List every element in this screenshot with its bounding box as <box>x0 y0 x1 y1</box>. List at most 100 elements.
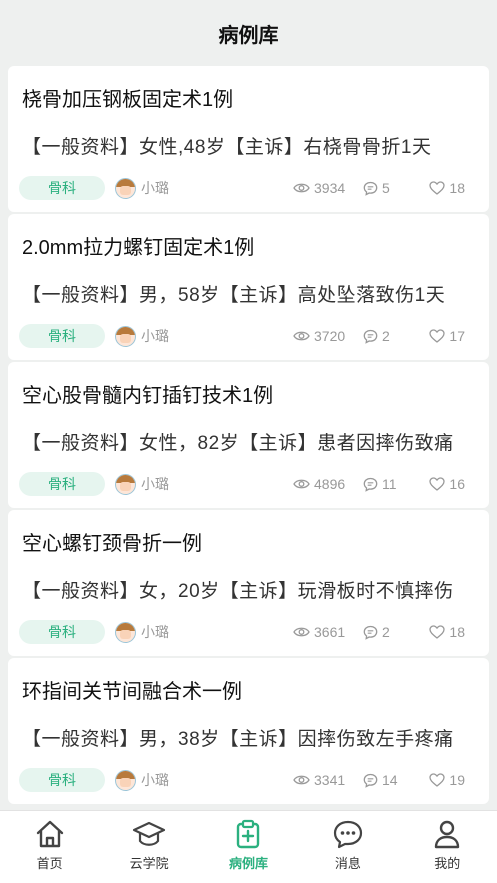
top-bar: 病例库 <box>0 0 497 66</box>
eye-icon <box>293 775 310 785</box>
author-name: 小璐 <box>141 624 169 640</box>
tab-profile[interactable]: 我的 <box>407 811 487 872</box>
department-tag[interactable]: 骨科 <box>19 324 105 348</box>
department-tag[interactable]: 骨科 <box>19 768 105 792</box>
tab-case-library[interactable]: 病例库 <box>208 811 288 872</box>
views-count: 3341 <box>314 772 346 788</box>
department-tag[interactable]: 骨科 <box>19 176 105 200</box>
tab-label: 首页 <box>36 856 63 871</box>
case-title: 环指间关节间融合术一例 <box>22 681 242 703</box>
comments-count: 2 <box>382 624 390 640</box>
eye-icon <box>293 479 310 489</box>
views-count: 3661 <box>314 624 346 640</box>
heart-icon <box>429 477 446 491</box>
likes-count: 18 <box>449 624 465 640</box>
chat-bubble-icon <box>333 820 362 849</box>
comments-count: 2 <box>382 328 390 344</box>
author-name: 小璐 <box>141 476 169 492</box>
avatar <box>115 177 136 199</box>
heart-icon <box>429 773 446 787</box>
likes-count: 19 <box>449 772 465 788</box>
likes-count: 16 <box>449 476 465 492</box>
tab-label: 云学院 <box>129 856 169 871</box>
author-name: 小璐 <box>141 772 169 788</box>
case-title: 桡骨加压钢板固定术1例 <box>22 89 234 111</box>
heart-icon <box>429 625 446 639</box>
tab-home[interactable]: 首页 <box>10 811 90 872</box>
views-stat: 3661 <box>293 624 363 640</box>
comments-stat[interactable]: 2 <box>363 624 425 640</box>
user-icon <box>435 820 460 849</box>
tab-label: 消息 <box>334 856 361 871</box>
case-summary: 【一般资料】女，20岁【主诉】玩滑板时不慎摔伤 <box>22 581 454 602</box>
case-stats: 3341 14 19 <box>293 772 465 788</box>
case-meta: 骨科 小璐 3341 14 19 <box>19 768 465 792</box>
case-stats: 3661 2 18 <box>293 624 465 640</box>
author[interactable]: 小璐 <box>115 325 169 347</box>
eye-icon <box>293 627 310 637</box>
comments-count: 5 <box>382 180 390 196</box>
views-count: 3720 <box>314 328 346 344</box>
comment-icon <box>363 773 378 788</box>
comments-stat[interactable]: 14 <box>363 772 425 788</box>
avatar <box>115 325 136 347</box>
views-stat: 4896 <box>293 476 363 492</box>
department-tag[interactable]: 骨科 <box>19 620 105 644</box>
heart-icon <box>429 329 446 343</box>
comments-stat[interactable]: 5 <box>363 180 425 196</box>
case-meta: 骨科 小璐 3934 5 18 <box>19 176 465 200</box>
views-count: 3934 <box>314 180 346 196</box>
home-icon <box>36 820 63 848</box>
comment-icon <box>363 477 378 492</box>
page-title: 病例库 <box>218 24 279 47</box>
case-title: 2.0mm拉力螺钉固定术1例 <box>22 237 255 259</box>
author[interactable]: 小璐 <box>115 621 169 643</box>
comments-stat[interactable]: 11 <box>363 476 425 492</box>
likes-stat[interactable]: 19 <box>425 772 465 788</box>
clipboard-plus-icon <box>237 819 260 849</box>
case-card[interactable]: 2.0mm拉力螺钉固定术1例【一般资料】男，58岁【主诉】高处坠落致伤1天 骨科 小… <box>8 214 489 360</box>
comment-icon <box>363 625 378 640</box>
bottom-tab-bar: 首页 云学院 病例库 消息 我的 <box>0 810 497 883</box>
case-stats: 3934 5 18 <box>293 180 465 196</box>
graduation-cap-icon <box>132 821 166 846</box>
eye-icon <box>293 331 310 341</box>
case-summary: 【一般资料】女性,48岁【主诉】右桡骨骨折1天 <box>22 137 432 158</box>
likes-stat[interactable]: 17 <box>425 328 465 344</box>
author-name: 小璐 <box>141 180 169 196</box>
eye-icon <box>293 183 310 193</box>
case-meta: 骨科 小璐 4896 11 16 <box>19 472 465 496</box>
department-tag[interactable]: 骨科 <box>19 472 105 496</box>
likes-stat[interactable]: 16 <box>425 476 465 492</box>
case-card[interactable]: 空心股骨髓内钉插钉技术1例 【一般资料】女性，82岁【主诉】患者因摔伤致痛 骨科 小璐… <box>8 362 489 508</box>
heart-icon <box>429 181 446 195</box>
case-list[interactable]: 桡骨加压钢板固定术1例 【一般资料】女性,48岁【主诉】右桡骨骨折1天 骨科 小璐 39… <box>8 66 489 806</box>
case-title: 空心股骨髓内钉插钉技术1例 <box>22 385 274 407</box>
case-summary: 【一般资料】男，58岁【主诉】高处坠落致伤1天 <box>22 285 446 306</box>
views-stat: 3341 <box>293 772 363 788</box>
tab-academy[interactable]: 云学院 <box>109 811 189 872</box>
likes-count: 17 <box>449 328 465 344</box>
tab-messages[interactable]: 消息 <box>308 811 388 872</box>
comment-icon <box>363 181 378 196</box>
likes-stat[interactable]: 18 <box>425 624 465 640</box>
case-card[interactable]: 桡骨加压钢板固定术1例【一般资料】女性,48岁【主诉】右桡骨骨折1天 骨科 小璐 39… <box>8 66 489 212</box>
likes-count: 18 <box>449 180 465 196</box>
case-stats: 4896 11 16 <box>293 476 465 492</box>
comments-stat[interactable]: 2 <box>363 328 425 344</box>
tab-label: 我的 <box>434 856 461 871</box>
author[interactable]: 小璐 <box>115 177 169 199</box>
views-count: 4896 <box>314 476 346 492</box>
case-title: 空心螺钉颈骨折一例 <box>22 533 202 555</box>
author-name: 小璐 <box>141 328 169 344</box>
tab-label: 病例库 <box>228 856 268 871</box>
author[interactable]: 小璐 <box>115 473 169 495</box>
comment-icon <box>363 329 378 344</box>
likes-stat[interactable]: 18 <box>425 180 465 196</box>
author[interactable]: 小璐 <box>115 769 169 791</box>
views-stat: 3934 <box>293 180 363 196</box>
case-summary: 【一般资料】男，38岁【主诉】因摔伤致左手疼痛 <box>22 729 454 750</box>
case-card[interactable]: 空心螺钉颈骨折一例【一般资料】女，20岁【主诉】玩滑板时不慎摔伤 骨科 小璐 3661… <box>8 510 489 656</box>
case-card[interactable]: 环指间关节间融合术一例【一般资料】男，38岁【主诉】因摔伤致左手疼痛 骨科 小璐 33… <box>8 658 489 804</box>
comments-count: 11 <box>382 476 397 492</box>
